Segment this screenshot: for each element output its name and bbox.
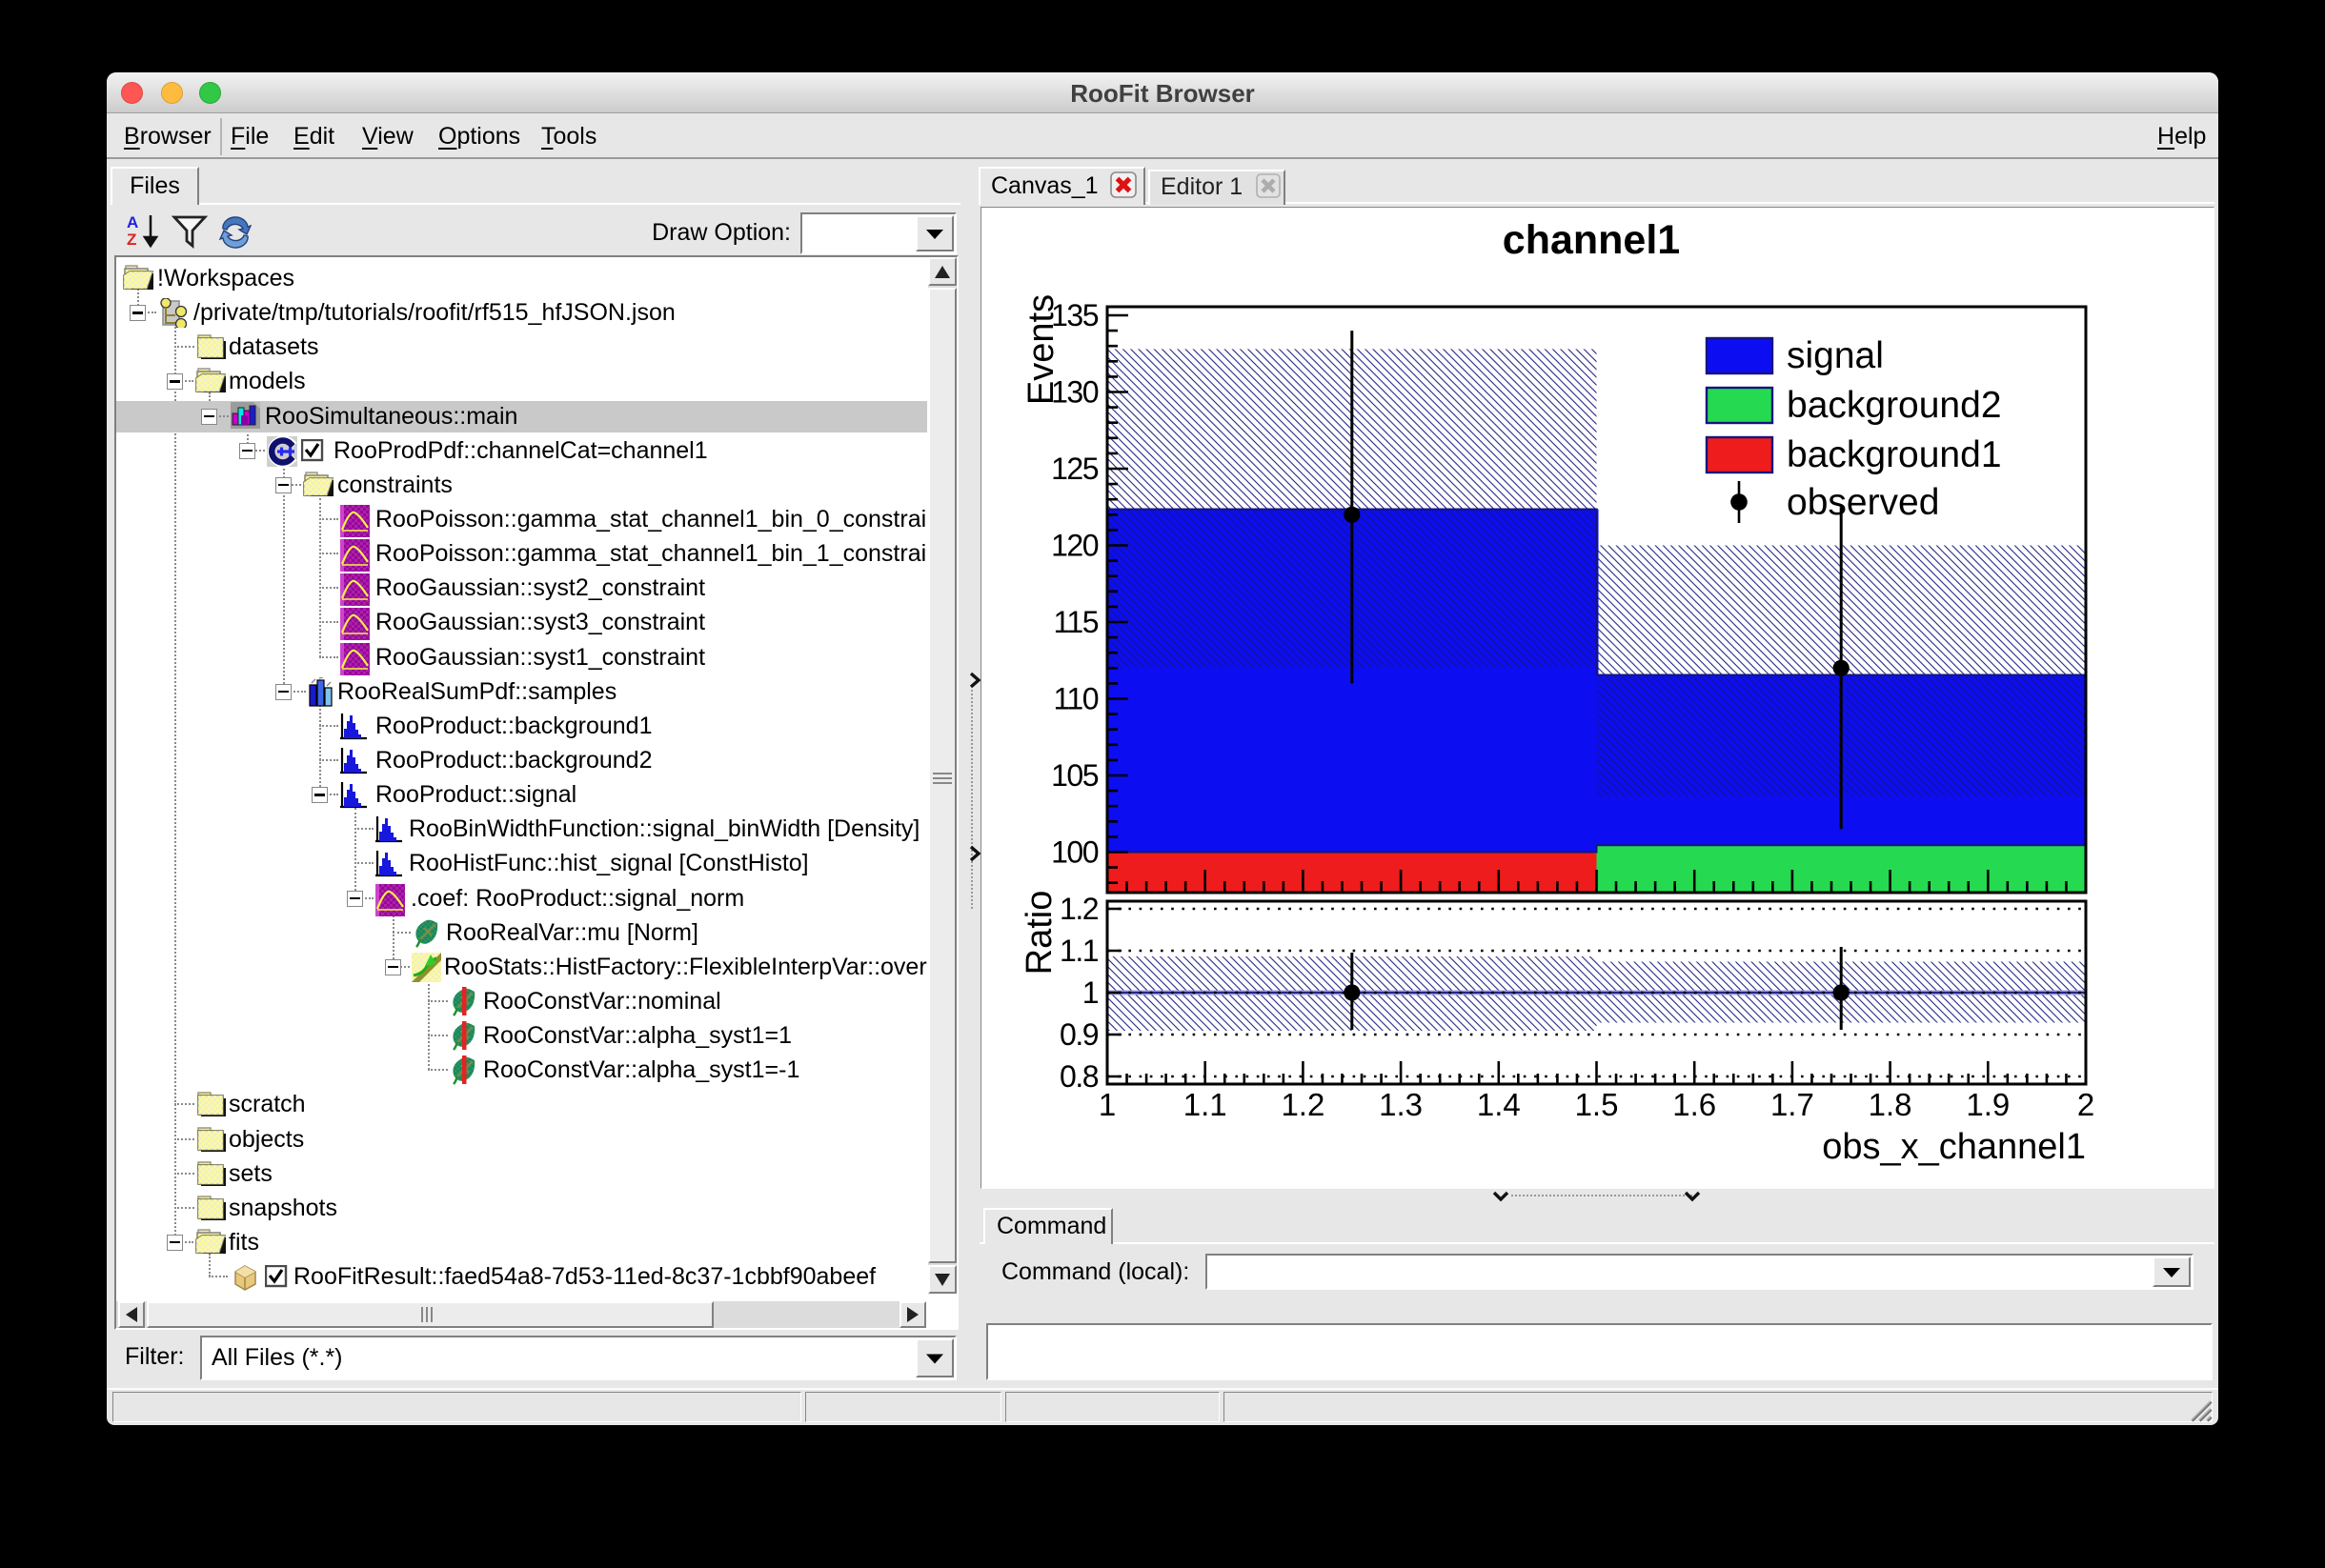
svg-text:channel1: channel1 — [1503, 217, 1680, 263]
svg-text:1.9: 1.9 — [1966, 1087, 2010, 1122]
svg-text:Events: Events — [1021, 294, 1061, 405]
svg-text:observed: observed — [1787, 482, 1939, 523]
svg-text:105: 105 — [1051, 758, 1099, 793]
svg-text:obs_x_channel1: obs_x_channel1 — [1822, 1127, 2086, 1167]
svg-text:Z: Z — [127, 231, 136, 249]
svg-text:1.6: 1.6 — [1672, 1087, 1716, 1122]
svg-text:A: A — [127, 213, 138, 231]
svg-text:1.1: 1.1 — [1183, 1087, 1227, 1122]
svg-text:1.4: 1.4 — [1477, 1087, 1521, 1122]
svg-text:0.8: 0.8 — [1060, 1059, 1099, 1094]
svg-text:background1: background1 — [1787, 434, 2002, 475]
svg-text:background2: background2 — [1787, 385, 2002, 426]
svg-text:0.9: 0.9 — [1060, 1017, 1099, 1052]
svg-text:1.8: 1.8 — [1869, 1087, 1912, 1122]
svg-text:1: 1 — [1099, 1087, 1116, 1122]
svg-text:signal: signal — [1787, 335, 1884, 376]
svg-text:125: 125 — [1051, 452, 1099, 486]
svg-text:120: 120 — [1051, 529, 1099, 563]
svg-text:1.2: 1.2 — [1060, 892, 1099, 926]
svg-text:1: 1 — [1082, 975, 1099, 1010]
svg-text:1.3: 1.3 — [1379, 1087, 1423, 1122]
svg-text:115: 115 — [1053, 605, 1098, 639]
svg-text:Ratio: Ratio — [1020, 891, 1060, 975]
svg-text:1.7: 1.7 — [1770, 1087, 1814, 1122]
svg-text:110: 110 — [1053, 682, 1098, 716]
svg-text:1.2: 1.2 — [1281, 1087, 1324, 1122]
svg-text:1.5: 1.5 — [1575, 1087, 1619, 1122]
svg-text:100: 100 — [1051, 835, 1099, 870]
svg-text:1.1: 1.1 — [1060, 934, 1099, 968]
svg-text:2: 2 — [2077, 1087, 2094, 1122]
